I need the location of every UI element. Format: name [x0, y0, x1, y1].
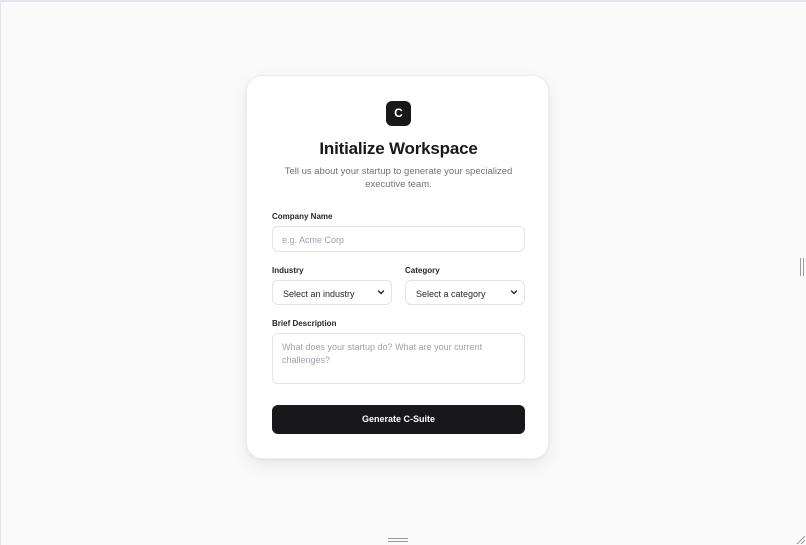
- description-textarea[interactable]: What does your startup do? What are your…: [272, 333, 525, 384]
- workspace-setup-card: C Initialize Workspace Tell us about you…: [246, 75, 549, 459]
- drag-handle-vertical-icon[interactable]: [799, 258, 805, 276]
- industry-select[interactable]: Select an industry: [272, 280, 392, 305]
- category-select-value: Select a category: [416, 289, 486, 299]
- chevron-down-icon: [377, 289, 385, 294]
- window-left-border: [0, 0, 1, 545]
- drag-handle-horizontal-icon[interactable]: [388, 537, 408, 543]
- industry-label: Industry: [272, 266, 304, 275]
- category-label: Category: [405, 266, 440, 275]
- resize-corner-icon[interactable]: [795, 534, 805, 544]
- company-name-placeholder: e.g. Acme Corp: [282, 235, 345, 245]
- industry-select-value: Select an industry: [283, 289, 355, 299]
- company-name-label: Company Name: [272, 212, 333, 221]
- company-name-input[interactable]: e.g. Acme Corp: [272, 226, 525, 252]
- description-label: Brief Description: [272, 319, 337, 328]
- page-title: Initialize Workspace: [319, 139, 478, 158]
- description-placeholder: What does your startup do? What are your…: [282, 342, 483, 365]
- generate-c-suite-button[interactable]: Generate C-Suite: [272, 405, 525, 434]
- category-select[interactable]: Select a category: [405, 280, 525, 305]
- c-logo-icon: C: [386, 101, 411, 126]
- window-top-border: [0, 0, 806, 2]
- page-subtitle: Tell us about your startup to generate y…: [284, 166, 513, 190]
- chevron-down-icon: [510, 289, 518, 294]
